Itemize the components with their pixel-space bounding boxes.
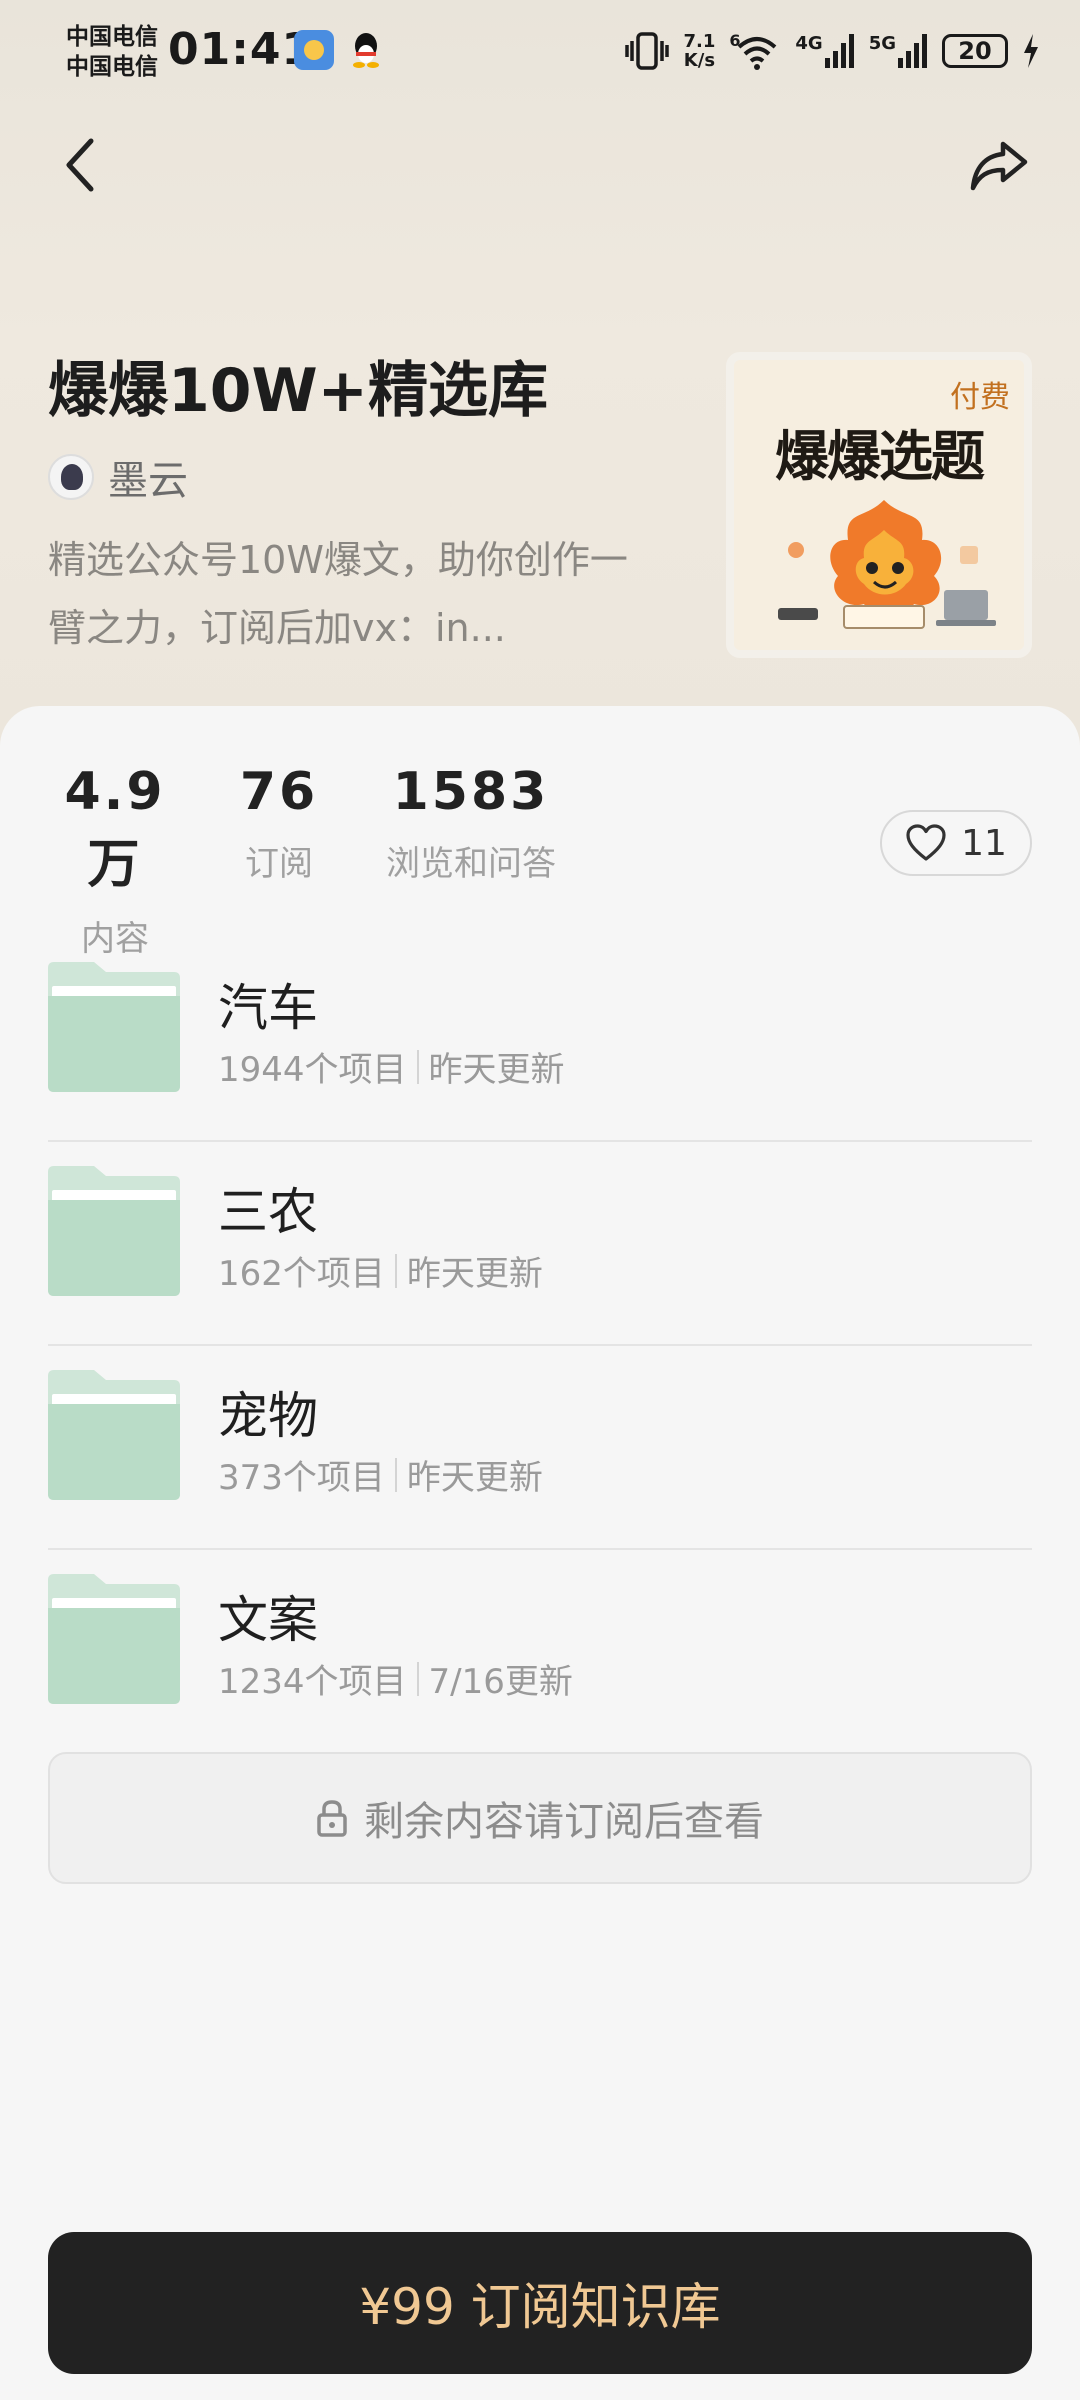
folder-icon <box>48 1370 180 1500</box>
status-icons: 7.1 K/s 6 4G 5G 20 <box>625 26 1040 76</box>
list-item[interactable]: 汽车 1944个项目 昨天更新 <box>48 938 1032 1142</box>
carrier-2: 中国电信 <box>66 54 158 80</box>
folder-meta: 1944个项目 昨天更新 <box>218 1042 565 1091</box>
stat-views-label: 浏览和问答 <box>386 844 556 884</box>
weather-app-icon <box>294 30 334 70</box>
stat-subscriptions-label: 订阅 <box>245 844 313 884</box>
item-count: 1944个项目 <box>218 1050 407 1090</box>
cover-illustration <box>778 500 996 629</box>
divider <box>394 1253 397 1288</box>
folder-icon <box>48 1574 180 1704</box>
clock: 01:41 <box>168 24 314 75</box>
folder-list: 汽车 1944个项目 昨天更新 三农 162个项目 昨天更新 宠物 373个项目 <box>48 938 1032 1754</box>
qq-app-icon <box>346 30 386 70</box>
stat-content-value: 4.9万 <box>64 762 166 895</box>
locked-notice-text: 剩余内容请订阅后查看 <box>364 1799 764 1845</box>
carrier-label: 中国电信 中国电信 <box>66 22 158 82</box>
signal-icon-2: 5G <box>869 34 928 68</box>
cover-image: 付费 爆爆选题 <box>726 352 1032 658</box>
share-button[interactable] <box>964 130 1034 200</box>
updated-time: 昨天更新 <box>406 1254 543 1294</box>
author-name: 墨云 <box>108 458 188 504</box>
net-speed: 7.1 K/s <box>683 31 716 71</box>
item-count: 373个项目 <box>218 1458 385 1498</box>
stat-content: 4.9万 内容 <box>48 762 182 960</box>
list-item[interactable]: 宠物 373个项目 昨天更新 <box>48 1346 1032 1550</box>
folder-meta: 1234个项目 7/16更新 <box>218 1654 573 1703</box>
list-item[interactable]: 三农 162个项目 昨天更新 <box>48 1142 1032 1346</box>
carrier-1: 中国电信 <box>66 24 158 50</box>
avatar <box>48 454 94 500</box>
back-button[interactable] <box>46 130 116 200</box>
vibrate-icon <box>625 32 670 70</box>
status-bar: 中国电信 中国电信 01:41 7.1 K/s 6 4G 5G 20 <box>0 0 1080 100</box>
item-count: 162个项目 <box>218 1254 385 1294</box>
divider <box>416 1661 419 1696</box>
folder-name: 文案 <box>218 1591 318 1649</box>
author[interactable]: 墨云 <box>48 448 188 506</box>
folder-icon <box>48 962 180 1092</box>
updated-time: 7/16更新 <box>428 1662 573 1702</box>
share-icon <box>970 141 1028 191</box>
charging-icon <box>1024 34 1038 68</box>
paid-badge: 付费 <box>950 380 1010 415</box>
folder-name: 三农 <box>218 1183 318 1241</box>
signal-icon-1: 4G <box>795 34 854 68</box>
back-icon <box>66 138 94 192</box>
folder-icon <box>48 1166 180 1296</box>
stat-views[interactable]: 1583 浏览和问答 <box>376 762 566 885</box>
stat-subscriptions[interactable]: 76 订阅 <box>228 762 330 885</box>
updated-time: 昨天更新 <box>428 1050 565 1090</box>
updated-time: 昨天更新 <box>406 1458 543 1498</box>
battery-icon: 20 <box>942 34 1008 68</box>
folder-name: 汽车 <box>218 979 318 1037</box>
library-description[interactable]: 精选公众号10W爆文，助你创作一臂之力，订阅后加vx：in... <box>48 526 648 662</box>
library-title: 爆爆10W+精选库 <box>48 356 548 426</box>
subscribe-button[interactable]: ¥99 订阅知识库 <box>48 2232 1032 2374</box>
item-count: 1234个项目 <box>218 1662 407 1702</box>
heart-icon <box>906 824 946 861</box>
folder-meta: 162个项目 昨天更新 <box>218 1246 543 1295</box>
like-button[interactable]: 11 <box>880 810 1032 876</box>
folder-meta: 373个项目 昨天更新 <box>218 1450 543 1499</box>
stat-subscriptions-value: 76 <box>239 762 319 822</box>
stat-views-value: 1583 <box>392 762 550 822</box>
list-item[interactable]: 文案 1234个项目 7/16更新 <box>48 1550 1032 1754</box>
locked-content-notice: 剩余内容请订阅后查看 <box>48 1752 1032 1884</box>
wifi-icon: 6 <box>729 31 781 71</box>
lock-icon <box>317 1800 347 1837</box>
divider <box>394 1457 397 1492</box>
like-count: 11 <box>961 822 1007 864</box>
divider <box>416 1049 419 1084</box>
folder-name: 宠物 <box>218 1387 318 1445</box>
